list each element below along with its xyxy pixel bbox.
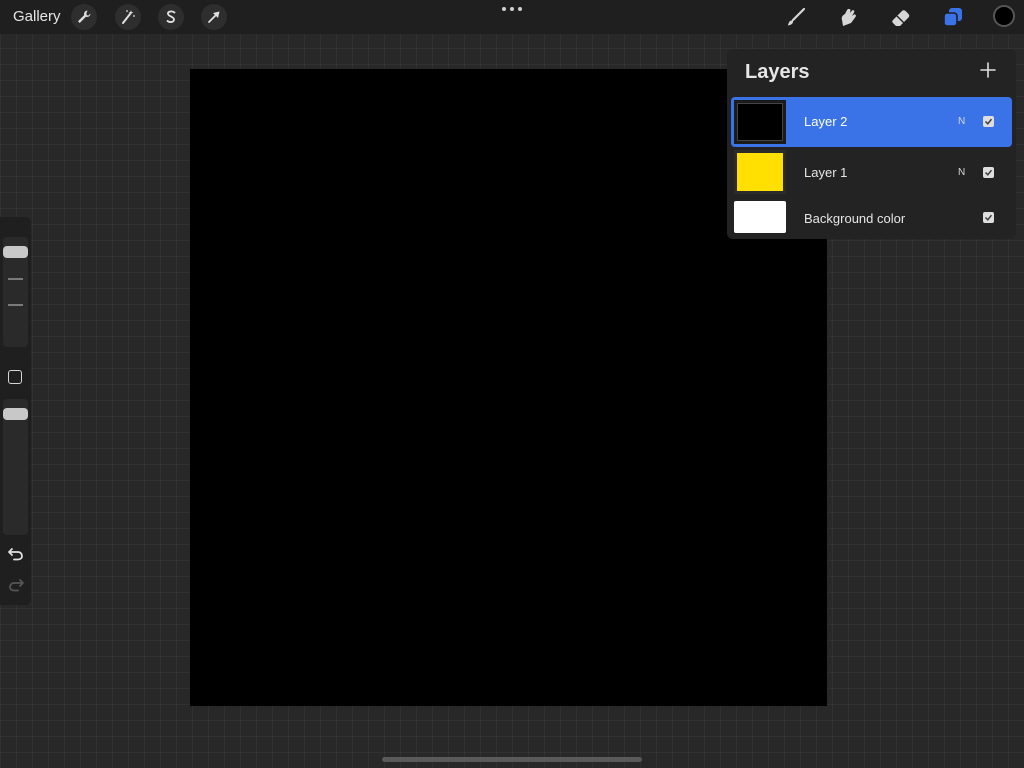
left-sidebar xyxy=(0,217,31,605)
slider-tick xyxy=(8,304,23,306)
layer-row-layer-2[interactable]: Layer 2 N xyxy=(731,97,1012,147)
brush-tool-button[interactable] xyxy=(783,4,809,30)
layer-row-layer-1[interactable]: Layer 1 N xyxy=(731,148,1012,196)
checkmark-icon xyxy=(984,118,993,125)
background-color-thumbnail xyxy=(734,201,786,233)
layers-icon xyxy=(943,8,962,27)
visibility-checkbox[interactable] xyxy=(983,212,994,223)
checkmark-icon xyxy=(984,169,993,176)
more-options-icon[interactable] xyxy=(502,2,522,16)
smudge-icon xyxy=(841,8,856,26)
layer-row-background-color[interactable]: Background color xyxy=(731,199,1012,237)
redo-icon[interactable] xyxy=(7,577,25,593)
checkmark-icon xyxy=(984,214,993,221)
panel-title: Layers xyxy=(745,61,810,83)
gallery-button[interactable]: Gallery xyxy=(13,8,61,25)
transform-arrow-icon xyxy=(208,11,220,23)
eraser-icon xyxy=(892,10,910,26)
smudge-tool-button[interactable] xyxy=(835,4,861,30)
layer-name: Layer 1 xyxy=(804,165,848,180)
color-picker-button[interactable] xyxy=(993,5,1015,27)
layer-thumbnail xyxy=(734,150,786,194)
opacity-handle[interactable] xyxy=(3,408,28,420)
home-indicator[interactable] xyxy=(382,757,642,762)
brush-size-handle[interactable] xyxy=(3,246,28,258)
modify-square-icon[interactable] xyxy=(8,370,22,384)
layer-name: Layer 2 xyxy=(804,114,848,129)
blend-mode-button[interactable]: N xyxy=(958,167,965,178)
top-toolbar: Gallery xyxy=(0,0,1024,34)
wrench-icon xyxy=(78,10,91,23)
selection-button[interactable] xyxy=(158,4,184,30)
slider-tick xyxy=(8,278,23,280)
actions-button[interactable] xyxy=(71,4,97,30)
layers-panel: Layers Layer 2 N Layer 1 N Background co… xyxy=(727,49,1016,239)
visibility-checkbox[interactable] xyxy=(983,116,994,127)
undo-icon[interactable] xyxy=(7,546,25,562)
brush-icon xyxy=(788,7,806,26)
blend-mode-button[interactable]: N xyxy=(958,116,965,127)
adjustments-button[interactable] xyxy=(115,4,141,30)
visibility-checkbox[interactable] xyxy=(983,167,994,178)
selection-icon xyxy=(166,10,176,23)
eraser-tool-button[interactable] xyxy=(888,4,914,30)
layers-button[interactable] xyxy=(940,4,966,30)
plus-icon[interactable] xyxy=(979,61,997,79)
magic-wand-icon xyxy=(122,10,135,24)
layer-name: Background color xyxy=(804,211,906,226)
layer-thumbnail xyxy=(734,100,786,144)
transform-button[interactable] xyxy=(201,4,227,30)
